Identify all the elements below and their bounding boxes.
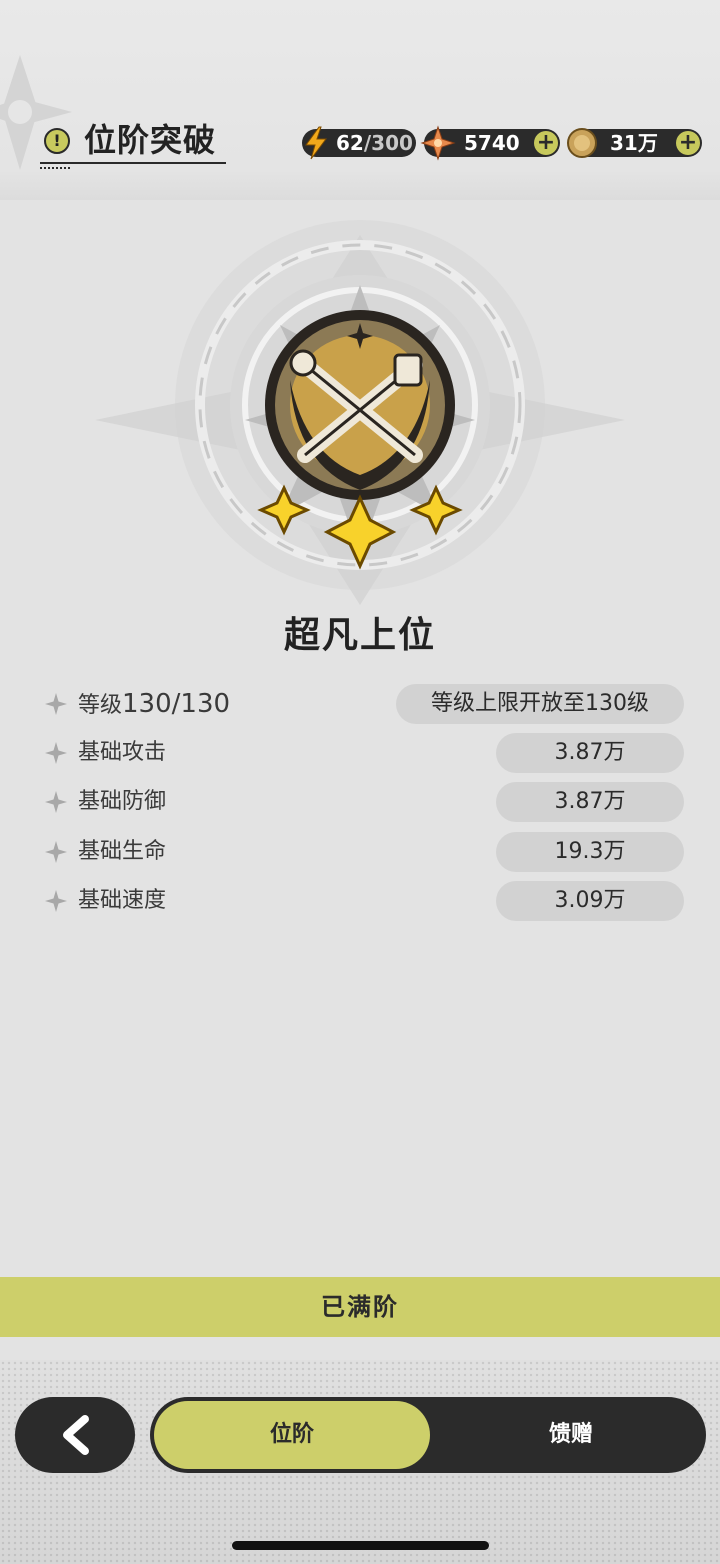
title-underline: [40, 162, 226, 164]
stat-value: 3.87万: [496, 782, 684, 822]
tab-gift[interactable]: 馈赠: [440, 1401, 702, 1469]
add-crystal-button[interactable]: +: [534, 131, 558, 155]
rank-badge-icon: [265, 310, 455, 500]
stat-value: 19.3万: [496, 832, 684, 872]
tab-rank[interactable]: 位阶: [154, 1401, 430, 1469]
coin-counter[interactable]: 31万 +: [567, 128, 702, 158]
crystal-icon: [420, 125, 456, 161]
tab-bar: 位阶 馈赠: [150, 1397, 706, 1473]
stat-row-attack: 基础攻击 3.87万: [40, 733, 684, 773]
title-dots: [40, 167, 72, 169]
sparkle-icon: [45, 890, 67, 912]
stat-label: 基础速度: [78, 888, 167, 913]
energy-counter[interactable]: 62/300: [302, 126, 416, 160]
sparkle-icon: [45, 693, 67, 715]
crystal-count: 5740: [464, 131, 520, 155]
sparkle-icon: [45, 791, 67, 813]
stat-label: 基础生命: [78, 839, 167, 864]
sparkle-icon: [45, 841, 67, 863]
stat-row-level: 等级130/130 等级上限开放至130级: [40, 684, 684, 724]
level-cap-badge: 等级上限开放至130级: [396, 684, 684, 724]
coin-count: 31万: [610, 131, 658, 155]
corner-ornament-icon: [0, 55, 72, 170]
coin-icon: [567, 128, 597, 158]
stat-level-value: 130/130: [122, 689, 231, 719]
crystal-counter[interactable]: 5740 +: [420, 125, 560, 161]
page-title: 位阶突破: [84, 121, 217, 159]
info-icon[interactable]: !: [44, 128, 70, 154]
stat-row-speed: 基础速度 3.09万: [40, 881, 684, 921]
sparkle-icon: [45, 742, 67, 764]
chevron-left-icon: [63, 1415, 89, 1455]
home-indicator[interactable]: [232, 1541, 489, 1550]
max-rank-status-bar: 已满阶: [0, 1277, 720, 1337]
add-coin-button[interactable]: +: [676, 131, 700, 155]
stat-label: 基础攻击: [78, 740, 167, 765]
back-button[interactable]: [15, 1397, 135, 1473]
stat-row-hp: 基础生命 19.3万: [40, 832, 684, 872]
energy-max: /300: [363, 131, 413, 155]
stat-label-text: 等级: [78, 693, 123, 718]
rank-emblem: [95, 220, 625, 605]
stat-value: 3.09万: [496, 881, 684, 921]
stat-label: 等级130/130: [78, 684, 230, 726]
stat-row-defense: 基础防御 3.87万: [40, 782, 684, 822]
rank-name: 超凡上位: [283, 615, 436, 656]
stat-value: 3.87万: [496, 733, 684, 773]
stat-label: 基础防御: [78, 789, 167, 814]
energy-current: 62: [336, 131, 364, 155]
lightning-icon: [305, 126, 327, 160]
header-bar: [0, 0, 720, 200]
